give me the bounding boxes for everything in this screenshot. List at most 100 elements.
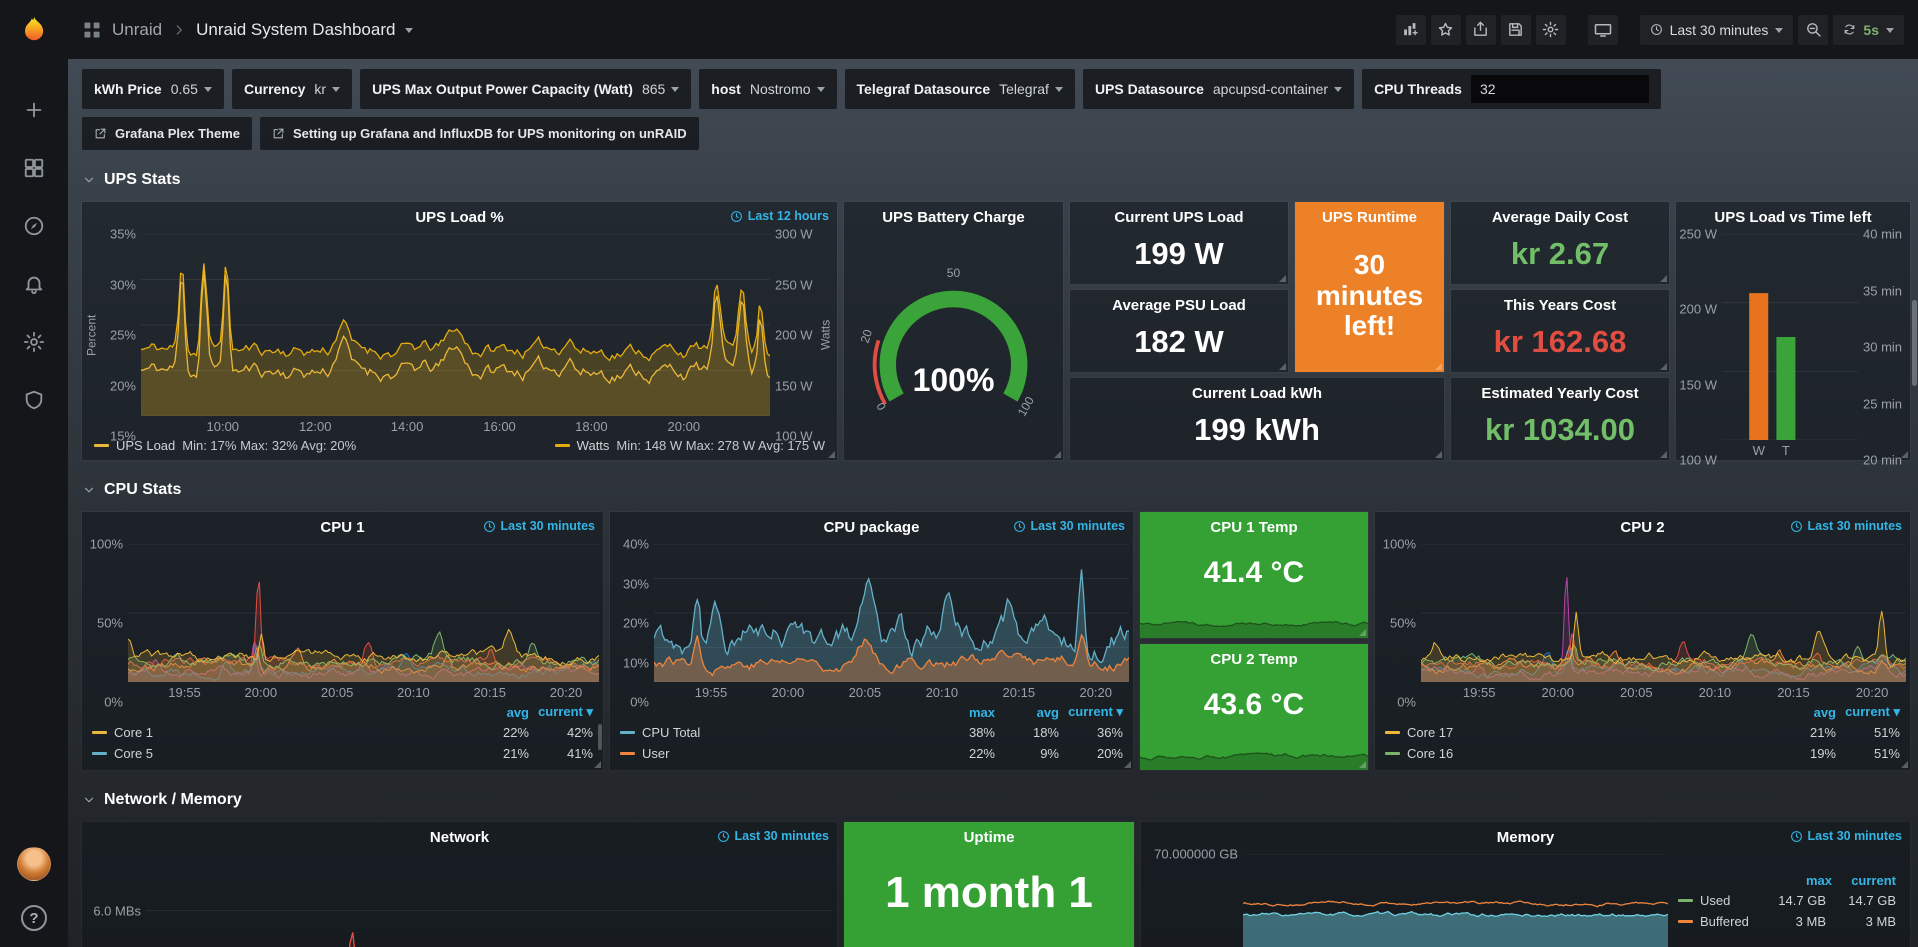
panel-title[interactable]: Network xyxy=(430,829,489,846)
variable-telegraf-datasource[interactable]: Telegraf DatasourceTelegraf xyxy=(845,69,1075,109)
section-network-memory[interactable]: Network / Memory xyxy=(82,788,1910,812)
panel-title[interactable]: This Years Cost xyxy=(1504,297,1616,314)
panel-title[interactable]: UPS Runtime xyxy=(1322,209,1417,226)
star-button[interactable] xyxy=(1431,15,1461,45)
sidebar-item-server-admin[interactable] xyxy=(23,389,45,411)
legend-column-current[interactable]: current xyxy=(1832,873,1896,888)
variable-host[interactable]: hostNostromo xyxy=(699,69,836,109)
variable-ups-datasource[interactable]: UPS Datasourceapcupsd-container xyxy=(1083,69,1354,109)
panel-title[interactable]: UPS Battery Charge xyxy=(882,209,1025,226)
share-button[interactable] xyxy=(1466,15,1496,45)
panel-title[interactable]: Memory xyxy=(1497,829,1555,846)
series-name[interactable]: Core 16 xyxy=(1385,746,1772,761)
legend-column-avg[interactable]: avg xyxy=(1772,705,1836,720)
series-name[interactable]: Used xyxy=(1678,893,1756,908)
variable-value[interactable]: kr xyxy=(314,81,340,97)
variable-ups-max-output[interactable]: UPS Max Output Power Capacity (Watt)865 xyxy=(360,69,691,109)
y-axis-left: 35%30%25%20%15% xyxy=(99,234,141,436)
refresh-picker[interactable]: 5s xyxy=(1833,15,1904,45)
section-cpu-stats[interactable]: CPU Stats xyxy=(82,478,1910,502)
series-name[interactable]: Buffered xyxy=(1678,914,1756,929)
ups-load-chart xyxy=(141,234,770,416)
panel-time-range[interactable]: Last 30 minutes xyxy=(1790,519,1902,533)
panel-title[interactable]: Current Load kWh xyxy=(1192,385,1322,402)
legend-column-current[interactable]: current ▾ xyxy=(1836,704,1900,720)
legend-column-avg[interactable]: avg xyxy=(995,705,1059,720)
caret-down-icon[interactable] xyxy=(405,28,413,37)
link-grafana-plex-theme[interactable]: Grafana Plex Theme xyxy=(82,117,252,150)
series-name[interactable]: CPU Total xyxy=(620,725,931,740)
sidebar-item-dashboards[interactable] xyxy=(23,157,45,179)
variable-value[interactable]: 865 xyxy=(642,81,679,97)
gauge: 02050100 100% xyxy=(844,232,1063,460)
legend-column-avg[interactable]: avg xyxy=(465,705,529,720)
series-name[interactable]: User xyxy=(620,746,931,761)
panel-time-range[interactable]: Last 30 minutes xyxy=(1790,829,1902,843)
sidebar-item-alerting[interactable] xyxy=(23,273,45,295)
cpu1-temp-sparkline xyxy=(1140,604,1368,638)
time-range-picker[interactable]: Last 30 minutes xyxy=(1640,15,1794,45)
panel-title[interactable]: UPS Load vs Time left xyxy=(1714,209,1871,226)
panel-time-range[interactable]: Last 30 minutes xyxy=(717,829,829,843)
panel-title[interactable]: CPU 2 Temp xyxy=(1210,651,1297,668)
series-name[interactable]: Core 5 xyxy=(92,746,465,761)
panel-title[interactable]: Average Daily Cost xyxy=(1492,209,1628,226)
y-axis-left: 100%50%0% xyxy=(84,544,128,702)
legend-value: 18% xyxy=(995,725,1059,740)
panel-title[interactable]: UPS Load % xyxy=(415,209,503,226)
plot-area: 10:0012:0014:0016:0018:0020:00 xyxy=(141,234,770,436)
panel-title[interactable]: CPU 1 xyxy=(320,519,364,536)
panel-title[interactable]: Current UPS Load xyxy=(1114,209,1243,226)
chevron-down-icon xyxy=(82,173,96,187)
link-ups-monitoring-guide[interactable]: Setting up Grafana and InfluxDB for UPS … xyxy=(260,117,699,150)
panel-time-range[interactable]: Last 30 minutes xyxy=(1013,519,1125,533)
page-scrollbar[interactable] xyxy=(1912,300,1917,386)
panel-time-range[interactable]: Last 30 minutes xyxy=(483,519,595,533)
legend-column-current[interactable]: current ▾ xyxy=(529,704,593,720)
breadcrumb-folder[interactable]: Unraid xyxy=(112,20,162,40)
variable-value[interactable]: apcupsd-container xyxy=(1213,81,1342,97)
zoom-out-button[interactable] xyxy=(1798,15,1828,45)
legend-column-max[interactable]: max xyxy=(931,705,995,720)
graph-body: Percent 35%30%25%20%15% 10:0012:0014:001… xyxy=(82,232,837,436)
panel-title[interactable]: Estimated Yearly Cost xyxy=(1481,385,1638,402)
network-chart xyxy=(146,854,833,947)
sidebar-item-create[interactable] xyxy=(23,99,45,121)
variable-value[interactable]: Telegraf xyxy=(999,81,1063,97)
series-color-dash xyxy=(1678,899,1693,902)
grafana-logo[interactable] xyxy=(0,0,68,59)
external-link-icon xyxy=(272,127,285,140)
variable-value[interactable]: 0.65 xyxy=(171,81,212,97)
legend-column-current[interactable]: current ▾ xyxy=(1059,704,1123,720)
panel-title[interactable]: CPU package xyxy=(824,519,920,536)
sidebar-item-configuration[interactable] xyxy=(23,331,45,353)
dashboard-settings-button[interactable] xyxy=(1536,15,1566,45)
user-avatar[interactable] xyxy=(17,847,51,881)
section-ups-stats[interactable]: UPS Stats xyxy=(82,168,1910,192)
variable-currency[interactable]: Currencykr xyxy=(232,69,352,109)
series-name[interactable]: Core 17 xyxy=(1385,725,1772,740)
legend-scrollbar[interactable] xyxy=(598,724,602,750)
save-button[interactable] xyxy=(1501,15,1531,45)
cycle-view-button[interactable] xyxy=(1588,15,1618,45)
sidebar-item-explore[interactable] xyxy=(23,215,45,237)
cpu-threads-input[interactable] xyxy=(1471,75,1649,103)
panel-title[interactable]: Average PSU Load xyxy=(1112,297,1246,314)
help-icon[interactable] xyxy=(21,905,47,931)
legend-column-max[interactable]: max xyxy=(1768,873,1832,888)
caret-down-icon xyxy=(1775,28,1783,37)
series-name[interactable]: Core 1 xyxy=(92,725,465,740)
series-name[interactable]: Watts xyxy=(577,438,610,453)
panel-title[interactable]: CPU 1 Temp xyxy=(1210,519,1297,536)
axis-tick-label: 14:00 xyxy=(391,419,424,434)
variable-value[interactable]: Nostromo xyxy=(750,81,825,97)
legend-value: 42% xyxy=(529,725,593,740)
variable-kwh-price[interactable]: kWh Price0.65 xyxy=(82,69,224,109)
add-panel-button[interactable] xyxy=(1396,15,1426,45)
clock-icon xyxy=(717,830,730,843)
series-color-dash xyxy=(1385,731,1400,734)
panel-title[interactable]: Uptime xyxy=(964,829,1015,846)
panel-time-range[interactable]: Last 12 hours xyxy=(730,209,829,223)
dashboard-title[interactable]: Unraid System Dashboard xyxy=(196,20,395,40)
panel-title[interactable]: CPU 2 xyxy=(1620,519,1664,536)
